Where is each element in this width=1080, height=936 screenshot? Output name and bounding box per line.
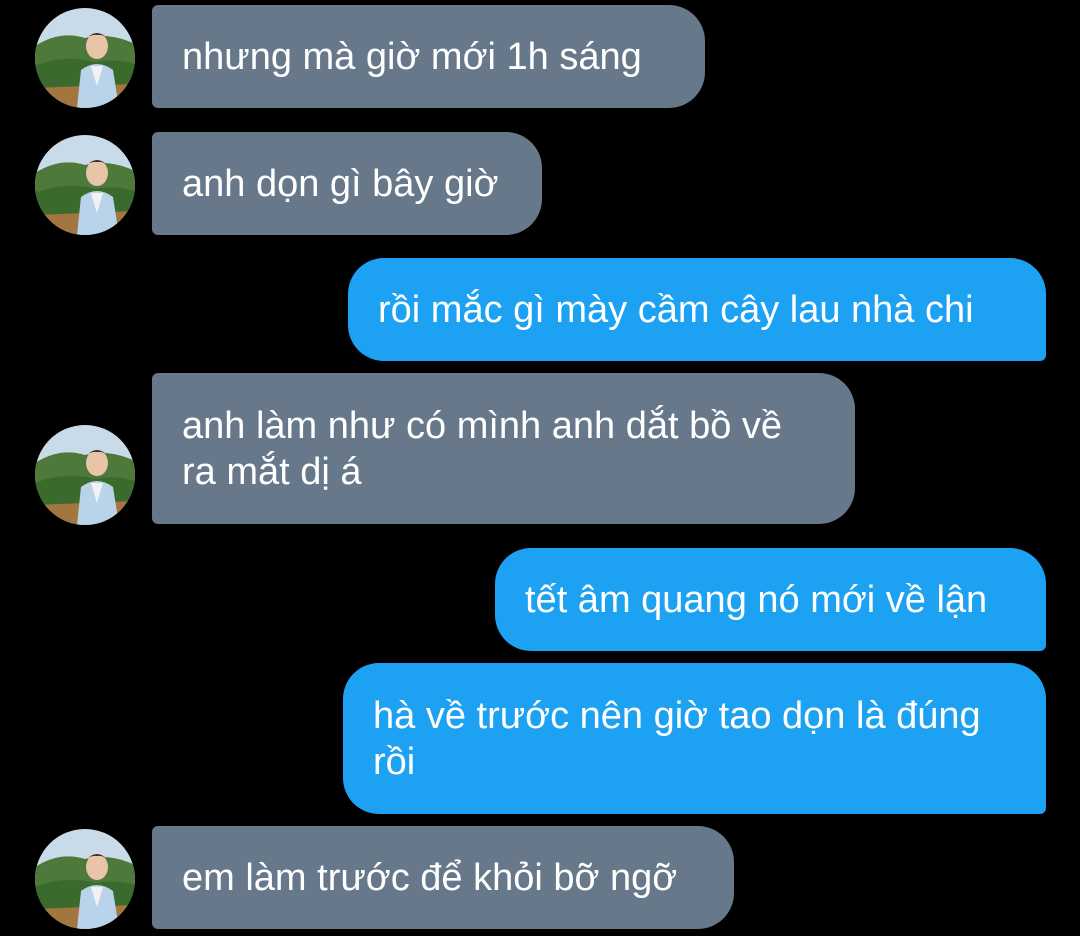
message-text: anh làm như có mình anh dắt bồ về ra mắt… bbox=[182, 404, 783, 493]
message-text: rồi mắc gì mày cầm cây lau nhà chi bbox=[378, 288, 974, 331]
incoming-message-bubble[interactable]: nhưng mà giờ mới 1h sáng bbox=[152, 5, 705, 108]
message-text: hà về trước nên giờ tao dọn là đúng rồi bbox=[373, 694, 981, 783]
contact-avatar[interactable] bbox=[35, 135, 135, 235]
outgoing-message-bubble[interactable]: rồi mắc gì mày cầm cây lau nhà chi bbox=[348, 258, 1046, 361]
incoming-message-bubble[interactable]: anh dọn gì bây giờ bbox=[152, 132, 542, 235]
incoming-message-bubble[interactable]: em làm trước để khỏi bỡ ngỡ bbox=[152, 826, 734, 929]
outgoing-message-bubble[interactable]: hà về trước nên giờ tao dọn là đúng rồi bbox=[343, 663, 1046, 814]
outgoing-message-bubble[interactable]: tết âm quang nó mới về lận bbox=[495, 548, 1046, 651]
message-text: tết âm quang nó mới về lận bbox=[525, 578, 988, 621]
message-text: em làm trước để khỏi bỡ ngỡ bbox=[182, 856, 678, 899]
message-text: anh dọn gì bây giờ bbox=[182, 162, 499, 205]
incoming-message-bubble[interactable]: anh làm như có mình anh dắt bồ về ra mắt… bbox=[152, 373, 855, 524]
contact-avatar[interactable] bbox=[35, 425, 135, 525]
contact-avatar[interactable] bbox=[35, 829, 135, 929]
contact-avatar[interactable] bbox=[35, 8, 135, 108]
message-text: nhưng mà giờ mới 1h sáng bbox=[182, 35, 642, 78]
